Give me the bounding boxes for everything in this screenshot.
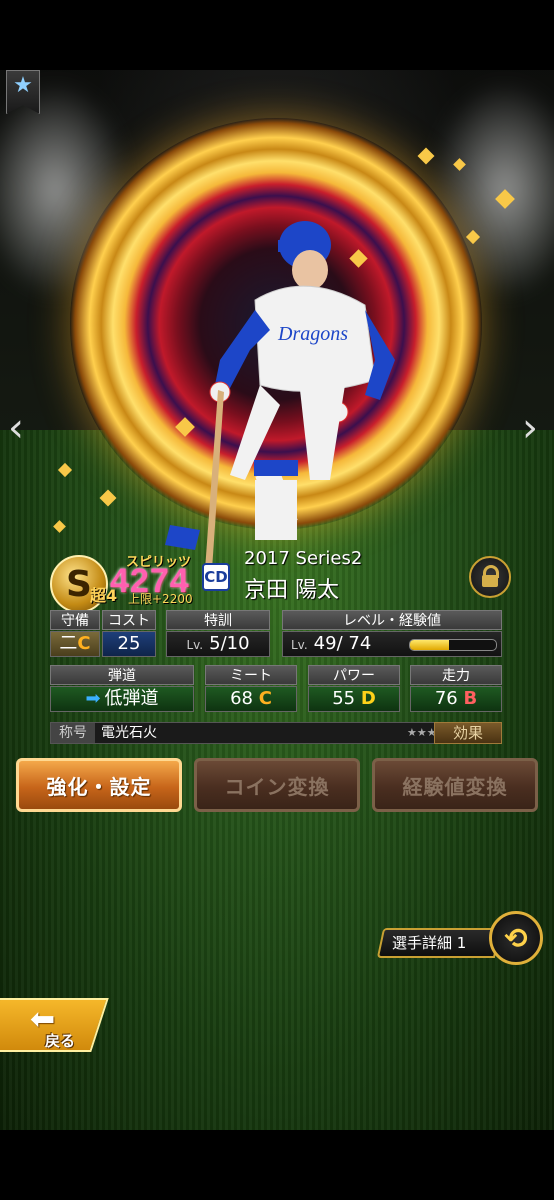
player-image: Dragons (165, 221, 395, 570)
training-lv-label: Lv. (186, 638, 204, 652)
speed-text: 76 (434, 688, 458, 709)
lock-button[interactable] (469, 556, 511, 598)
training-header: 特訓 (166, 610, 270, 630)
speed-grade: B (463, 688, 478, 709)
position-text: 二 (59, 633, 78, 654)
position-value: 二C (50, 631, 100, 657)
cost-value: 25 (102, 631, 156, 657)
speed-header: 走力 (410, 665, 502, 685)
chevron-right-icon[interactable]: › (522, 405, 538, 451)
trajectory-header: 弾道 (50, 665, 194, 685)
training-text: 5/10 (209, 633, 250, 654)
speed-value: 76 B (410, 686, 502, 712)
lock-icon (482, 565, 499, 587)
level-header: レベル・経験値 (282, 610, 502, 630)
level-lv-label: Lv. (291, 638, 308, 652)
status-bar-area (0, 0, 554, 70)
title-label: 称号 (51, 723, 95, 743)
cost-header: コスト (102, 610, 156, 630)
player-detail-tab[interactable]: 選手詳細 1 (376, 928, 502, 958)
training-value: Lv. 5/10 (166, 631, 270, 657)
game-screen: ★ ‹ › Dragons S 超4 スピリッツ 4274 上限+2200 CD… (0, 0, 554, 1200)
exp-progress-fill (410, 640, 449, 650)
enhance-settings-button[interactable]: 強化・設定 (16, 758, 182, 812)
power-value: 55 D (308, 686, 400, 712)
team-logo-icon: CD (202, 563, 230, 591)
meet-value: 68 C (205, 686, 297, 712)
arrow-right-icon: ➡ (85, 688, 101, 709)
trajectory-text: 低弾道 (104, 688, 159, 709)
nav-bar-area (0, 1130, 554, 1200)
title-value: 電光石火 (101, 725, 157, 741)
position-grade: C (77, 633, 91, 654)
effect-button[interactable]: 効果 (434, 722, 502, 744)
swap-icon[interactable]: ⟲ (489, 911, 543, 965)
power-text: 55 (332, 688, 356, 709)
coin-convert-button[interactable]: コイン変換 (194, 758, 360, 812)
svg-text:Dragons: Dragons (277, 323, 348, 345)
power-header: パワー (308, 665, 400, 685)
spirit-cap: 上限+2200 (128, 592, 193, 606)
card-series: 2017 Series2 (244, 548, 363, 569)
trajectory-value: ➡ 低弾道 (50, 686, 194, 712)
player-detail-label: 選手詳細 1 (392, 934, 467, 952)
player-name: 京田 陽太 (244, 578, 339, 603)
exp-progress-bar (409, 639, 497, 651)
meet-grade: C (258, 688, 272, 709)
chevron-left-icon[interactable]: ‹ (8, 405, 24, 451)
exp-convert-button[interactable]: 経験値変換 (372, 758, 538, 812)
meet-text: 68 (230, 688, 253, 709)
level-text: 49/ 74 (313, 633, 372, 654)
position-header: 守備 (50, 610, 100, 630)
power-grade: D (360, 688, 376, 709)
back-label: 戻る (45, 1032, 76, 1050)
meet-header: ミート (205, 665, 297, 685)
title-row: 称号 電光石火 ★★★★ 効果 (50, 722, 502, 744)
